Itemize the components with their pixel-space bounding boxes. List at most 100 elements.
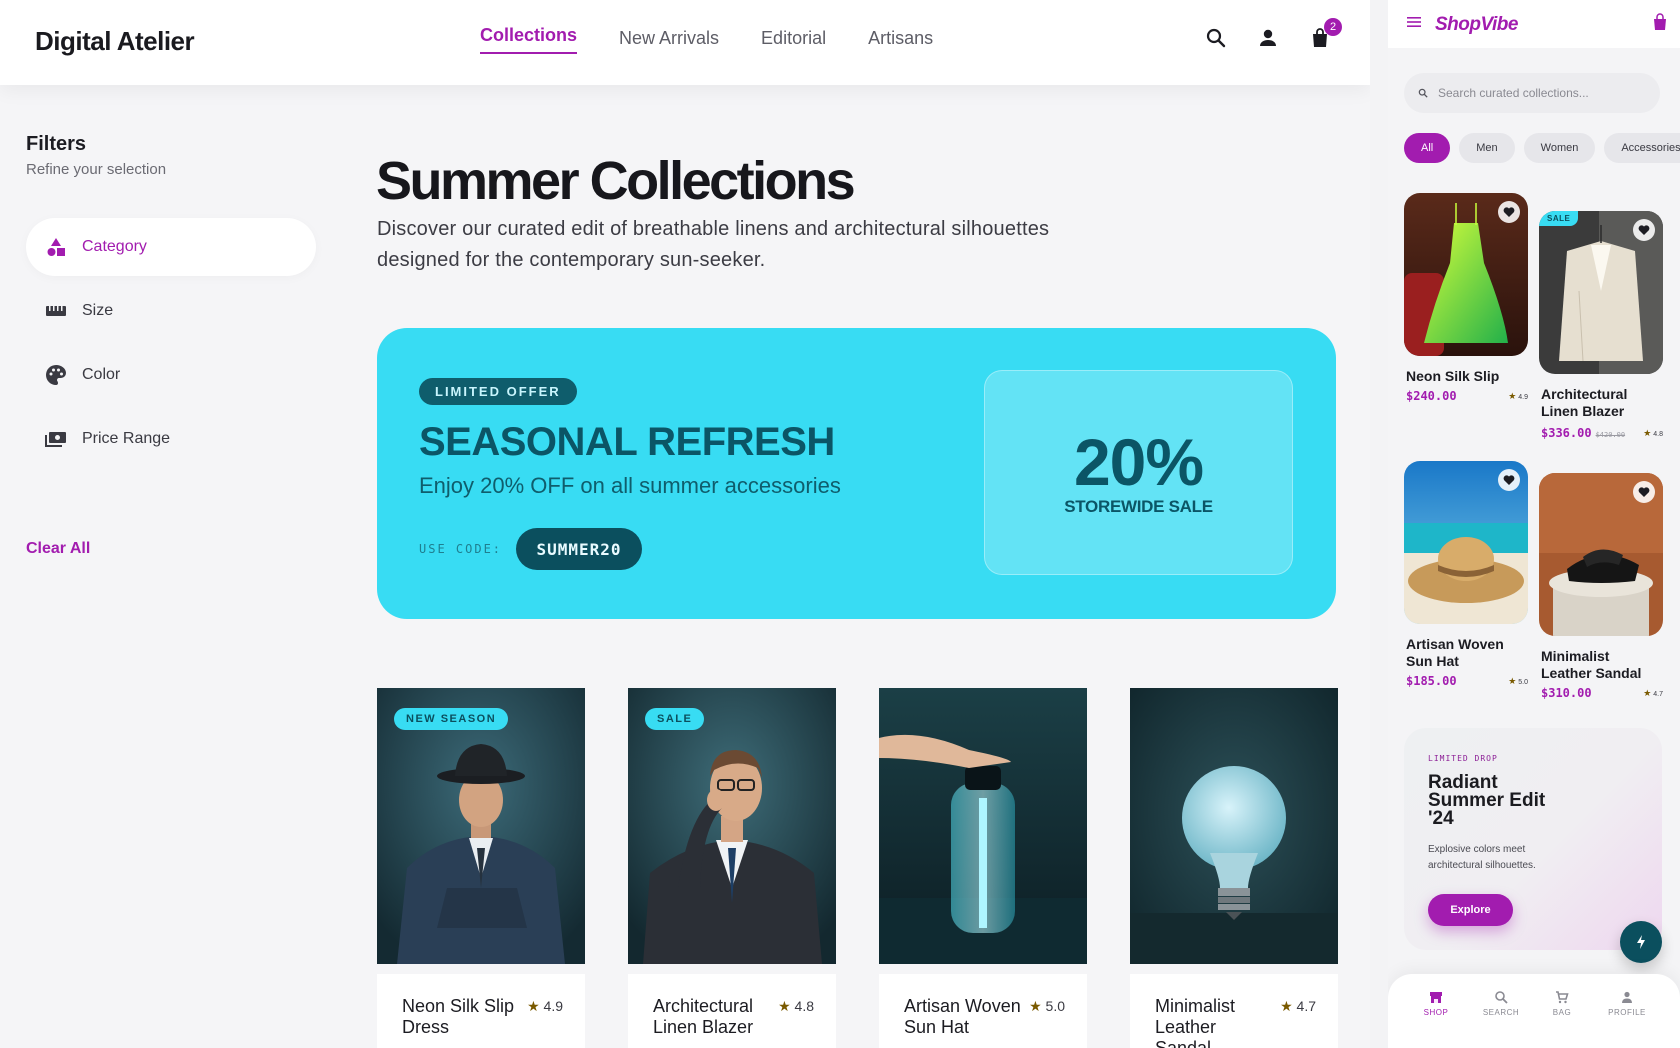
promo-box-label: STOREWIDE SALE	[1064, 496, 1213, 516]
main-nav: Collections New Arrivals Editorial Artis…	[480, 25, 933, 57]
menu-icon[interactable]	[1406, 14, 1422, 30]
product-badge: SALE	[1539, 211, 1579, 226]
promo-banner: LIMITED OFFER SEASONAL REFRESH Enjoy 20%…	[377, 328, 1336, 619]
explore-button[interactable]: Explore	[1428, 894, 1513, 926]
mobile-product-card[interactable]: Neon Silk Slip $240.00 ★ 4.9	[1404, 193, 1528, 403]
tab-profile[interactable]: PROFILE	[1600, 990, 1654, 1017]
product-price: $336.00	[1541, 426, 1592, 440]
star-icon: ★	[1508, 675, 1517, 686]
promo-subtitle: Enjoy 20% OFF on all summer accessories	[419, 473, 841, 498]
product-rating: ★ 4.9	[1508, 390, 1528, 401]
header-actions: 2	[1204, 18, 1342, 50]
tab-shop[interactable]: SHOP	[1409, 984, 1463, 1026]
category-chips: All Men Women Accessories	[1404, 133, 1680, 163]
product-name: Minimalist Leather Sandal	[1155, 996, 1236, 1048]
favorite-icon[interactable]	[1633, 481, 1655, 503]
shopping-bag-icon[interactable]: 2	[1308, 18, 1342, 50]
nav-collections[interactable]: Collections	[480, 25, 578, 54]
product-image	[1404, 193, 1528, 356]
product-rating: ★ 4.7	[1643, 687, 1663, 698]
drop-tag: LIMITED DROP	[1428, 754, 1498, 763]
promo-pill: LIMITED OFFER	[419, 378, 577, 405]
account-icon[interactable]	[1256, 26, 1280, 50]
product-grid: NEW SEASON Neon Silk Slip Dress ★ 4.9 SA…	[377, 688, 1338, 1048]
product-image	[879, 688, 1087, 964]
filter-price-range[interactable]: Price Range	[26, 410, 316, 468]
nav-artisans[interactable]: Artisans	[868, 28, 933, 57]
filter-category[interactable]: Category	[26, 218, 316, 276]
product-image	[1404, 461, 1528, 624]
promo-title: SEASONAL REFRESH	[419, 420, 835, 464]
page-title: Summer Collections	[376, 151, 856, 211]
product-image: SALE	[628, 688, 836, 964]
filter-color-label: Color	[82, 366, 121, 383]
product-rating: ★ 4.9	[527, 998, 563, 1014]
nav-editorial[interactable]: Editorial	[761, 28, 826, 57]
product-old-price: $420.00	[1595, 431, 1626, 439]
star-icon: ★	[1029, 998, 1042, 1014]
mobile-product-card[interactable]: Artisan Woven Sun Hat $185.00 ★ 5.0	[1404, 461, 1528, 688]
promo-code-chip[interactable]: SUMMER20	[516, 528, 642, 570]
site-logo[interactable]: Digital Atelier	[35, 26, 195, 57]
promo-discount-box: 20% STOREWIDE SALE	[984, 370, 1293, 575]
storefront-icon	[1430, 992, 1442, 1003]
mobile-product-card[interactable]: Minimalist Leather Sandal $310.00 ★ 4.7	[1539, 473, 1663, 700]
shopping-bag-icon[interactable]	[1652, 13, 1668, 31]
star-icon: ★	[778, 998, 791, 1014]
ruler-icon	[46, 306, 66, 316]
palette-icon	[46, 365, 66, 385]
chip-women[interactable]: Women	[1523, 133, 1596, 163]
product-rating: ★ 4.8	[778, 998, 814, 1014]
nav-new-arrivals[interactable]: New Arrivals	[619, 28, 719, 57]
mobile-app-bar: ShopVibe	[1388, 0, 1680, 48]
chip-men[interactable]: Men	[1459, 133, 1515, 163]
product-name: Minimalist Leather Sandal	[1541, 648, 1642, 681]
product-rating: ★ 5.0	[1029, 998, 1065, 1014]
product-image: SALE	[1539, 211, 1663, 374]
mobile-logo[interactable]: ShopVibe	[1435, 14, 1518, 36]
product-name: Neon Silk Slip Dress	[402, 996, 515, 1037]
product-card[interactable]: Artisan Woven Sun Hat ★ 5.0	[879, 688, 1087, 1048]
product-card[interactable]: SALE Architectural Linen Blazer ★ 4.8	[628, 688, 836, 1048]
product-info: Architectural Linen Blazer ★ 4.8	[628, 974, 836, 1048]
filter-color[interactable]: Color	[26, 346, 316, 404]
product-card[interactable]: NEW SEASON Neon Silk Slip Dress ★ 4.9	[377, 688, 585, 1048]
product-name: Architectural Linen Blazer	[653, 996, 754, 1037]
mobile-product-card[interactable]: SALE Architectural Linen Blazer $336.00 $…	[1539, 211, 1663, 442]
star-icon: ★	[1643, 687, 1652, 698]
chip-accessories[interactable]: Accessories	[1604, 133, 1680, 163]
filter-size[interactable]: Size	[26, 282, 316, 340]
star-icon: ★	[527, 998, 540, 1014]
product-badge: NEW SEASON	[394, 708, 509, 730]
filter-category-label: Category	[82, 238, 147, 255]
tab-search[interactable]: SEARCH	[1474, 990, 1528, 1017]
product-rating: ★ 5.0	[1508, 675, 1528, 686]
filters-sidebar: Filters Refine your selection Category S…	[0, 85, 330, 1048]
star-icon: ★	[1643, 427, 1652, 438]
favorite-icon[interactable]	[1633, 219, 1655, 241]
product-name: Neon Silk Slip	[1406, 368, 1500, 384]
clear-all-button[interactable]: Clear All	[26, 540, 90, 558]
chip-all[interactable]: All	[1404, 133, 1451, 163]
page-description: Discover our curated edit of breathable …	[377, 218, 1050, 271]
quick-action-fab[interactable]	[1620, 921, 1662, 963]
product-card[interactable]: Minimalist Leather Sandal ★ 4.7	[1130, 688, 1338, 1048]
product-info: Minimalist Leather Sandal ★ 4.7	[1130, 974, 1338, 1048]
top-navigation: Digital Atelier Collections New Arrivals…	[0, 0, 1370, 85]
product-price: $310.00	[1541, 686, 1592, 700]
favorite-icon[interactable]	[1498, 469, 1520, 491]
person-icon	[1622, 991, 1632, 1003]
filter-price-label: Price Range	[82, 430, 171, 447]
price-row: $240.00 ★ 4.9	[1406, 389, 1528, 403]
product-name: Architectural Linen Blazer	[1541, 386, 1628, 419]
search-placeholder: Search curated collections...	[1438, 86, 1589, 100]
product-price: $185.00	[1406, 674, 1457, 688]
cart-count-badge: 2	[1324, 18, 1342, 36]
product-badge: SALE	[645, 708, 705, 730]
favorite-icon[interactable]	[1498, 201, 1520, 223]
mobile-search-input[interactable]: Search curated collections...	[1404, 73, 1660, 113]
product-image	[1539, 473, 1663, 636]
search-icon[interactable]	[1204, 26, 1228, 50]
tab-bag[interactable]: BAG	[1535, 990, 1589, 1017]
limited-drop-card: LIMITED DROP Radiant Summer Edit '24 Exp…	[1404, 728, 1662, 950]
